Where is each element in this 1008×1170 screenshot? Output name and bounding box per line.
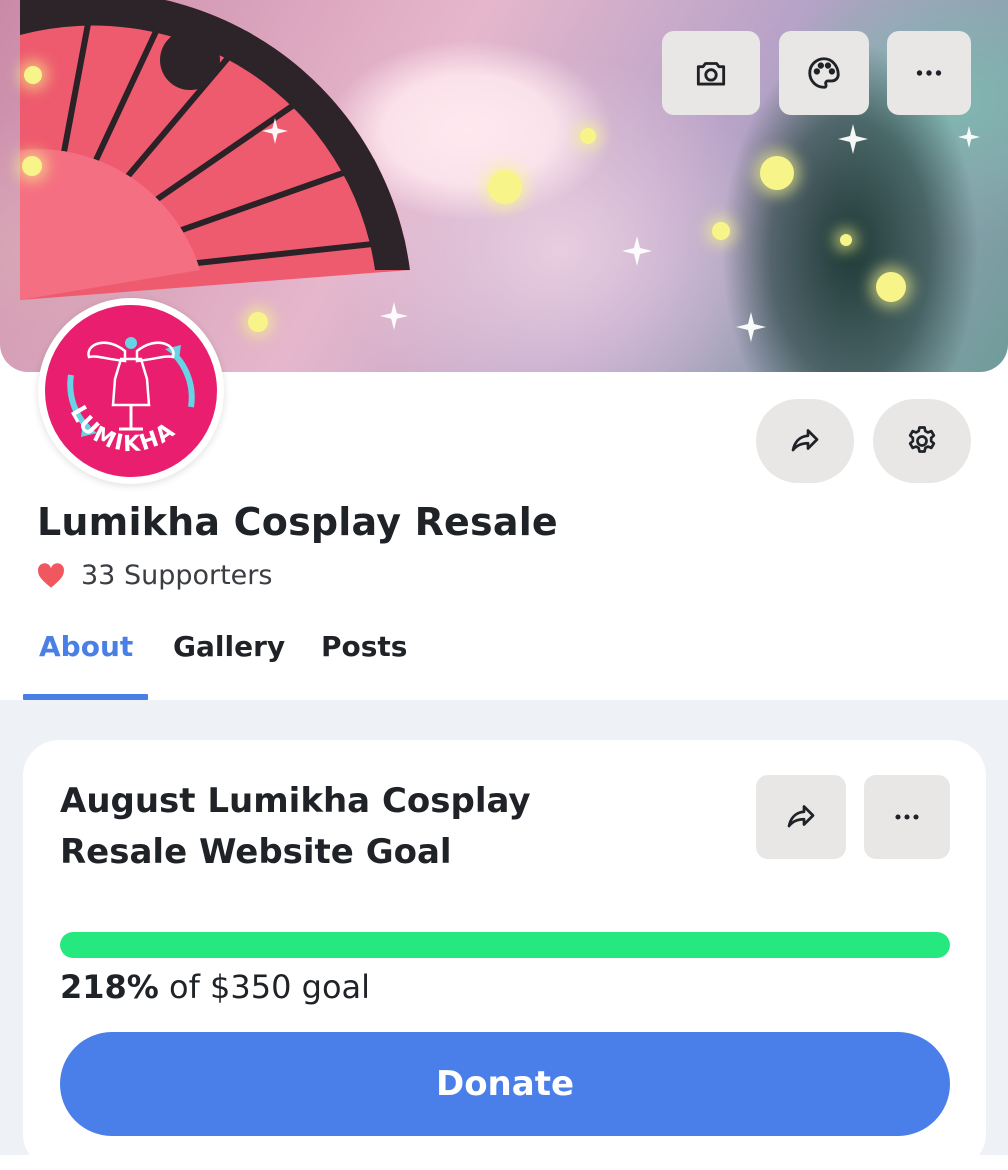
change-cover-button[interactable]	[662, 31, 760, 115]
settings-button[interactable]	[873, 399, 971, 483]
theme-button[interactable]	[779, 31, 869, 115]
profile-tabs: About Gallery Posts	[0, 620, 1008, 700]
tab-about[interactable]: About	[39, 630, 133, 663]
goal-progress-text: 218% of $350 goal	[60, 968, 370, 1006]
more-icon	[916, 70, 942, 76]
share-icon	[787, 805, 815, 828]
tab-gallery[interactable]: Gallery	[173, 630, 285, 663]
supporters-label: 33 Supporters	[81, 560, 273, 591]
share-profile-button[interactable]	[756, 399, 854, 483]
more-icon	[895, 814, 919, 820]
heart-icon	[38, 562, 64, 588]
avatar[interactable]: LUMIKHA	[38, 298, 224, 484]
goal-progress-fill	[60, 932, 950, 958]
more-options-button[interactable]	[887, 31, 971, 115]
lumikha-logo-graphic: LUMIKHA	[65, 337, 195, 457]
goal-title: August Lumikha Cosplay Resale Website Go…	[60, 781, 531, 872]
profile-name: Lumikha Cosplay Resale	[37, 500, 558, 544]
goal-percent: 218%	[60, 968, 159, 1006]
avatar-logo: LUMIKHA	[45, 305, 217, 477]
donate-button[interactable]: Donate	[60, 1032, 950, 1136]
supporters-count[interactable]: 33 Supporters	[37, 560, 272, 591]
share-goal-button[interactable]	[756, 775, 846, 859]
share-icon	[791, 429, 819, 452]
gear-icon	[908, 426, 936, 453]
goal-more-button[interactable]	[864, 775, 950, 859]
camera-icon	[696, 62, 726, 86]
palette-icon	[808, 57, 840, 89]
goal-progress-bar	[60, 932, 950, 958]
goal-suffix: of $350 goal	[169, 968, 371, 1006]
goal-card: August Lumikha Cosplay Resale Website Go…	[23, 740, 986, 1170]
tab-posts[interactable]: Posts	[321, 630, 407, 663]
